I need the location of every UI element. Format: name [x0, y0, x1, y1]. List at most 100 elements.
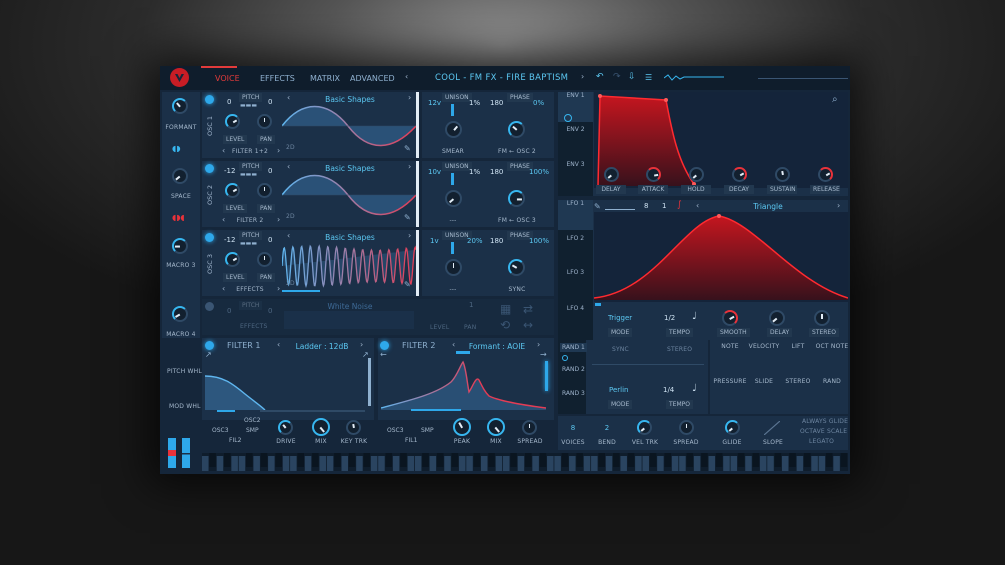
legato-toggle[interactable]: LEGATO — [809, 438, 834, 445]
osc3-dim[interactable]: 2D — [286, 280, 295, 287]
sample-keytrack-icon[interactable]: ▦ — [500, 302, 511, 316]
piano-key[interactable] — [693, 456, 701, 471]
piano-key[interactable] — [598, 453, 605, 467]
piano-key[interactable] — [407, 456, 415, 471]
sample-shuffle-icon[interactable]: ⇄ — [523, 302, 533, 316]
piano-key[interactable] — [488, 453, 495, 467]
piano-key[interactable] — [649, 453, 657, 467]
piano-key[interactable] — [803, 453, 811, 467]
piano-key[interactable] — [789, 453, 796, 467]
piano-key[interactable] — [591, 456, 598, 471]
env-attack-knob[interactable] — [646, 167, 661, 182]
osc2-route[interactable]: FILTER 2 — [237, 217, 264, 224]
sample-name[interactable]: White Noise — [328, 302, 373, 311]
macro3-knob[interactable] — [172, 238, 188, 254]
rand1-drag-icon[interactable] — [562, 355, 568, 361]
piano-key[interactable] — [224, 453, 231, 467]
filter1-model-prev-icon[interactable]: ‹ — [277, 340, 280, 349]
piano-key[interactable] — [502, 456, 510, 471]
piano-key[interactable] — [246, 453, 253, 467]
piano-key[interactable] — [304, 456, 312, 471]
piano-key[interactable] — [312, 453, 319, 467]
fire-link-icon[interactable]: ◖◗◖ — [172, 213, 185, 222]
piano-key[interactable] — [745, 456, 752, 471]
piano-key[interactable] — [444, 456, 451, 471]
tab-advanced[interactable]: ADVANCED — [350, 74, 395, 83]
lfo2-tab[interactable]: LFO 2 — [558, 235, 593, 265]
piano-key[interactable] — [341, 456, 349, 471]
piano-key[interactable] — [664, 453, 672, 467]
piano-key[interactable] — [561, 453, 569, 467]
osc1-frame-slider[interactable] — [416, 92, 419, 158]
piano-key[interactable] — [400, 453, 407, 467]
env2-tab[interactable]: ENV 2 — [558, 126, 593, 156]
env-sustain-knob[interactable] — [775, 167, 790, 182]
lfo-phase-marker[interactable] — [595, 303, 601, 306]
piano-key[interactable] — [547, 456, 554, 471]
voice-spread-knob[interactable] — [679, 420, 694, 435]
osc1-phase-random[interactable]: 0% — [533, 99, 544, 107]
filter2-spread-knob[interactable] — [522, 420, 537, 435]
osc2-fm-knob[interactable] — [508, 190, 525, 207]
osc2-wave-name[interactable]: Basic Shapes — [325, 164, 375, 173]
filter1-drive-knob[interactable] — [278, 420, 293, 435]
filter2-response-display[interactable] — [381, 358, 546, 412]
sample-power-button[interactable] — [205, 302, 214, 311]
lfo-graph[interactable] — [594, 212, 848, 302]
piano-key[interactable] — [216, 456, 224, 471]
lfo-shape-name[interactable]: Triangle — [753, 202, 782, 211]
piano-key[interactable] — [818, 456, 826, 471]
lfo-stereo-knob[interactable] — [814, 310, 830, 326]
tab-effects[interactable]: EFFECTS — [260, 74, 295, 83]
piano-key[interactable] — [326, 456, 334, 471]
voices-value[interactable]: 8 — [571, 424, 575, 432]
osc3-sync-knob[interactable] — [508, 259, 525, 276]
piano-key[interactable] — [642, 456, 649, 471]
env1-drag-icon[interactable] — [564, 114, 572, 122]
piano-key[interactable] — [620, 456, 627, 471]
tab-matrix[interactable]: MATRIX — [310, 74, 340, 83]
mpe-stereo[interactable]: STEREO — [785, 378, 810, 385]
osc1-wave-name[interactable]: Basic Shapes — [325, 95, 375, 104]
osc3-wavetable-display[interactable] — [282, 242, 416, 292]
osc2-frame-slider[interactable] — [416, 161, 419, 227]
piano-key[interactable] — [436, 453, 444, 467]
lfo4-tab[interactable]: LFO 4 — [558, 305, 593, 335]
filter2-vowel-slider[interactable] — [456, 351, 470, 354]
mpe-lift[interactable]: LIFT — [792, 343, 805, 350]
piano-key[interactable] — [715, 453, 723, 467]
preset-name[interactable]: COOL - FM FX - FIRE BAPTISM — [435, 73, 568, 83]
filter1-model-next-icon[interactable]: › — [360, 340, 363, 349]
zoom-icon[interactable]: ⌕ — [832, 94, 838, 105]
osc1-power-button[interactable] — [205, 95, 214, 104]
filter1-src-osc2[interactable]: OSC2 — [244, 417, 261, 424]
tab-voice[interactable]: VOICE — [215, 74, 240, 83]
piano-key[interactable] — [275, 453, 282, 467]
filter1-power-button[interactable] — [205, 341, 214, 350]
volume-meter[interactable] — [758, 78, 848, 79]
piano-key[interactable] — [334, 453, 341, 467]
piano-key[interactable] — [723, 456, 730, 471]
link-icon[interactable]: ◖◗ — [172, 144, 180, 153]
osc3-phase-random[interactable]: 100% — [529, 237, 549, 245]
piano-key[interactable] — [356, 456, 363, 471]
lfo-grid-x[interactable]: 8 — [644, 202, 648, 210]
rand2-tab[interactable]: RAND 2 — [562, 366, 585, 373]
lfo-grid-y[interactable]: 1 — [662, 202, 666, 210]
lfo-mode-value[interactable]: Trigger — [608, 314, 632, 322]
piano-key[interactable] — [429, 456, 437, 471]
filter1-src-fil[interactable]: FIL2 — [229, 437, 241, 444]
sample-pitch-octave[interactable]: 0 — [227, 307, 231, 315]
piano-key[interactable] — [576, 453, 583, 467]
piano-key[interactable] — [458, 456, 466, 471]
osc3-wave-next-icon[interactable]: › — [408, 231, 411, 240]
piano-key[interactable] — [451, 453, 459, 467]
piano-key[interactable] — [752, 453, 760, 467]
filter1-keytrack-knob[interactable] — [346, 420, 361, 435]
piano-key[interactable] — [605, 456, 613, 471]
rand-graph[interactable] — [592, 364, 704, 365]
lfo-tempo-value[interactable]: 1/2 — [664, 314, 675, 322]
osc1-unison-detune[interactable]: 1% — [469, 99, 480, 107]
piano-key[interactable] — [525, 453, 532, 467]
osc2-wavetable-display[interactable] — [282, 173, 416, 223]
